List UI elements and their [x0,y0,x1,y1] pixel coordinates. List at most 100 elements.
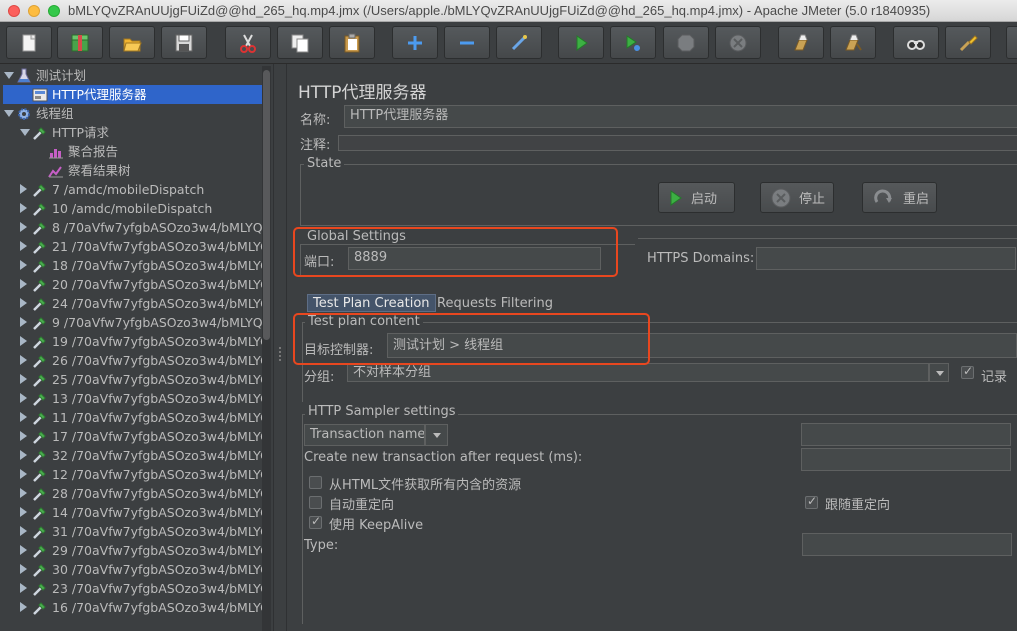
collapsed-arrow-icon[interactable] [20,336,27,346]
tree-item[interactable]: 12 /70aVfw7yfgbASOzo3w4/bMLYC [0,465,269,484]
expanded-arrow-icon[interactable] [4,110,14,117]
paste-button[interactable] [329,26,375,59]
tree-item[interactable]: 17 /70aVfw7yfgbASOzo3w4/bMLYC [0,427,269,446]
tree-item[interactable]: 9 /70aVfw7yfgbASOzo3w4/bMLYQv [0,313,270,332]
tree-item[interactable]: 线程组 [0,104,262,123]
tree-item[interactable]: 聚合报告 [0,142,262,161]
collapsed-arrow-icon[interactable] [20,564,27,574]
clear-button[interactable] [778,26,824,59]
reset-search-button[interactable] [945,26,991,59]
collapsed-arrow-icon[interactable] [20,260,27,270]
tree-item[interactable]: 25 /70aVfw7yfgbASOzo3w4/bMLYC [0,370,269,389]
collapsed-arrow-icon[interactable] [20,545,27,555]
splitter-grip[interactable] [279,347,282,361]
tree-item[interactable]: 14 /70aVfw7yfgbASOzo3w4/bMLYC [0,503,269,522]
copy-button[interactable] [277,26,323,59]
save-button[interactable] [161,26,207,59]
expand-all-button[interactable] [392,26,438,59]
tree-item[interactable]: 32 /70aVfw7yfgbASOzo3w4/bMLYC [0,446,269,465]
follow-redirect-checkbox[interactable]: ✓ [805,494,818,509]
collapsed-arrow-icon[interactable] [20,602,27,612]
collapsed-arrow-icon[interactable] [20,241,27,251]
tree-item[interactable]: 10 /amdc/mobileDispatch [0,199,262,218]
collapsed-arrow-icon[interactable] [20,526,27,536]
collapsed-arrow-icon[interactable] [20,317,27,327]
collapsed-arrow-icon[interactable] [20,412,27,422]
stop-button[interactable] [663,26,709,59]
tree-item[interactable]: 18 /70aVfw7yfgbASOzo3w4/bMLYC [0,256,269,275]
collapsed-arrow-icon[interactable] [20,279,27,289]
search-button[interactable] [893,26,939,59]
tab-test-plan-creation[interactable]: Test Plan Creation [307,294,436,312]
collapsed-arrow-icon[interactable] [20,431,27,441]
new-button[interactable] [6,26,52,59]
tree-item[interactable]: HTTP请求 [0,123,262,142]
tree-item[interactable]: 11 /70aVfw7yfgbASOzo3w4/bMLYC [0,408,269,427]
restart-proxy-button[interactable]: 重启 [862,182,937,213]
tree-item[interactable]: 23 /70aVfw7yfgbASOzo3w4/bMLYC [0,579,269,598]
tree-item[interactable]: 29 /70aVfw7yfgbASOzo3w4/bMLYC [0,541,269,560]
minimize-window-button[interactable] [28,5,40,17]
close-window-button[interactable] [8,5,20,17]
https-domains-field[interactable] [756,247,1016,270]
collapsed-arrow-icon[interactable] [20,450,27,460]
create-transaction-field[interactable] [801,448,1011,471]
naming-scheme-select[interactable]: Transaction name [304,424,425,446]
tree-item[interactable]: 19 /70aVfw7yfgbASOzo3w4/bMLYC [0,332,269,351]
tree-item[interactable]: 13 /70aVfw7yfgbASOzo3w4/bMLYC [0,389,269,408]
collapsed-arrow-icon[interactable] [20,469,27,479]
expanded-arrow-icon[interactable] [20,129,30,136]
collapsed-arrow-icon[interactable] [20,222,27,232]
toggle-button[interactable] [496,26,542,59]
retrieve-resources-checkbox[interactable] [309,476,322,489]
tree-item[interactable]: 7 /amdc/mobileDispatch [0,180,262,199]
expanded-arrow-icon[interactable] [4,72,14,79]
grouping-select[interactable]: 不对样本分组 [347,363,929,382]
collapsed-arrow-icon[interactable] [20,355,27,365]
record-checkbox[interactable]: ✓ [961,364,974,379]
tree-item[interactable]: 26 /70aVfw7yfgbASOzo3w4/bMLYC [0,351,269,370]
collapsed-arrow-icon[interactable] [20,507,27,517]
more-toolbar-button[interactable] [1006,26,1017,59]
tree-item[interactable]: 20 /70aVfw7yfgbASOzo3w4/bMLYC [0,275,269,294]
templates-button[interactable] [57,26,103,59]
tree-item[interactable]: 16 /70aVfw7yfgbASOzo3w4/bMLYC [0,598,269,617]
tree-item[interactable]: 测试计划 [0,66,262,85]
collapsed-arrow-icon[interactable] [20,583,27,593]
naming-dropdown-button[interactable] [425,424,448,446]
test-plan-tree[interactable]: 测试计划 HTTP代理服务器 线程组 HTTP请求 聚合报告 察看结果树 7 /amdc/m… [0,64,273,631]
maximize-window-button[interactable] [48,5,60,17]
collapsed-arrow-icon[interactable] [20,298,27,308]
name-field[interactable]: HTTP代理服务器 [344,105,1017,128]
cut-button[interactable] [225,26,271,59]
tree-scrollbar[interactable] [262,66,271,631]
panel-splitter[interactable] [273,64,287,631]
start-button[interactable] [558,26,604,59]
collapse-all-button[interactable] [444,26,490,59]
type-field[interactable] [802,533,1012,556]
tree-item[interactable]: 24 /70aVfw7yfgbASOzo3w4/bMLYC [0,294,269,313]
tree-item[interactable]: 8 /70aVfw7yfgbASOzo3w4/bMLYQv [0,218,270,237]
stop-proxy-button[interactable]: 停止 [760,182,834,213]
collapsed-arrow-icon[interactable] [20,184,27,194]
shutdown-button[interactable] [715,26,761,59]
collapsed-arrow-icon[interactable] [20,203,27,213]
prefix-field[interactable] [801,423,1011,446]
tree-item[interactable]: 28 /70aVfw7yfgbASOzo3w4/bMLYC [0,484,269,503]
tree-item[interactable]: 31 /70aVfw7yfgbASOzo3w4/bMLYC [0,522,269,541]
tree-item[interactable]: 察看结果树 [0,161,262,180]
collapsed-arrow-icon[interactable] [20,374,27,384]
collapsed-arrow-icon[interactable] [20,488,27,498]
tree-scrollbar-thumb[interactable] [263,70,270,340]
start-no-pause-button[interactable] [610,26,656,59]
tree-item[interactable]: 30 /70aVfw7yfgbASOzo3w4/bMLYC [0,560,269,579]
clear-all-button[interactable] [830,26,876,59]
grouping-dropdown-button[interactable] [929,363,949,382]
open-button[interactable] [109,26,155,59]
tree-item[interactable]: 21 /70aVfw7yfgbASOzo3w4/bMLYC [0,237,269,256]
tree-item[interactable]: HTTP代理服务器 [3,85,262,104]
auto-redirect-checkbox[interactable] [309,496,322,509]
collapsed-arrow-icon[interactable] [20,393,27,403]
start-proxy-button[interactable]: 启动 [658,182,735,213]
comment-field[interactable] [338,135,1017,151]
